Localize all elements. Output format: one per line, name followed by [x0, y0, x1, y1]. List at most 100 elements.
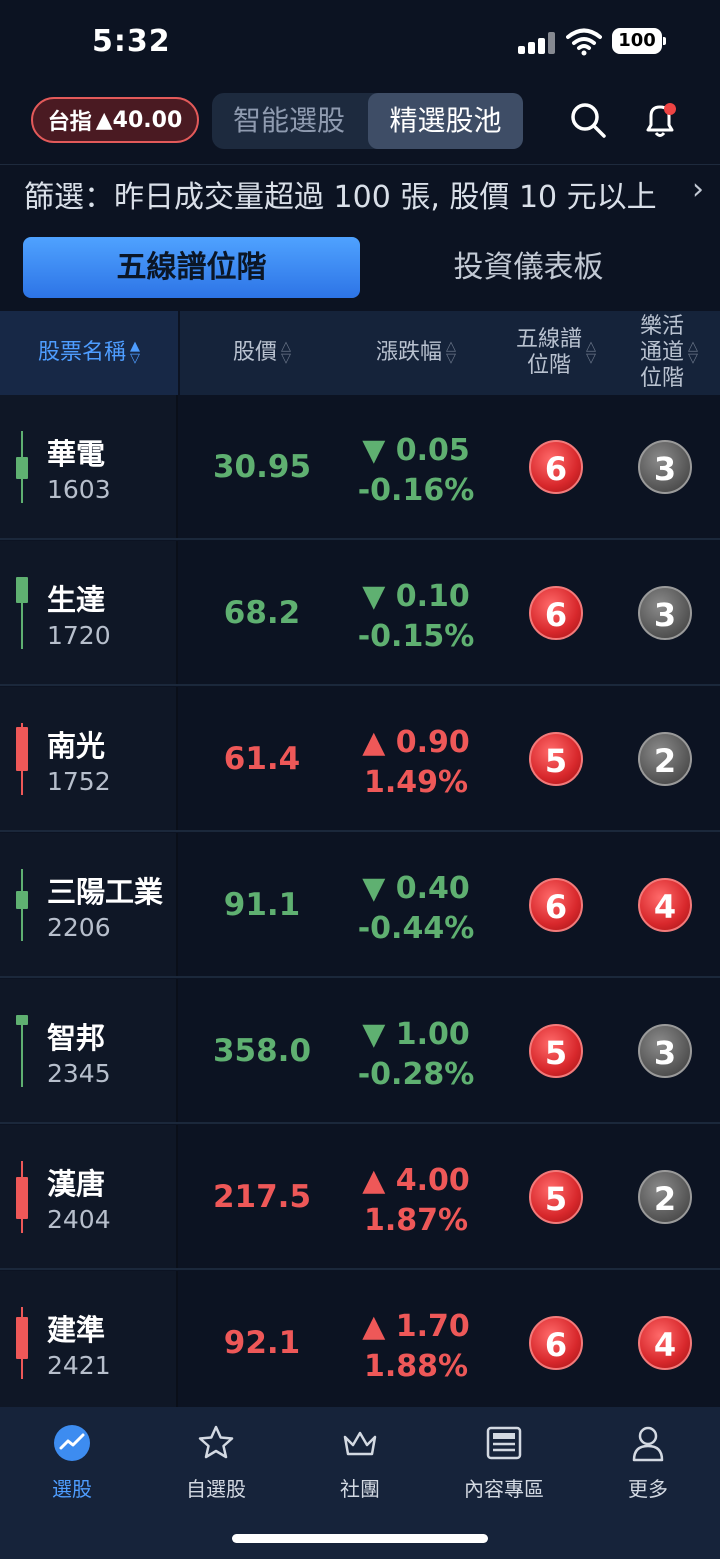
stock-name-cell: 建準 2421 [0, 1271, 178, 1407]
status-bar: 5:32 100 [0, 0, 720, 86]
five-line-level-badge: 6 [529, 586, 583, 640]
five-line-level-badge: 5 [529, 732, 583, 786]
star-icon [198, 1425, 234, 1459]
stock-name-cell: 南光 1752 [0, 687, 178, 830]
table-row[interactable]: 建準 2421 92.1 ▲ 1.70 1.88% 6 4 [0, 1271, 720, 1407]
stock-price: 68.2 [223, 594, 301, 631]
stock-change: ▲ 0.90 1.49% [346, 723, 486, 803]
tab-smart-picker[interactable]: 智能選股 [212, 93, 366, 149]
stock-name-cell: 華電 1603 [0, 395, 178, 538]
stock-name-cell: 三陽工業 2206 [0, 833, 178, 976]
bell-icon[interactable] [640, 100, 680, 140]
stock-code: 2345 [47, 1059, 111, 1088]
wifi-icon [566, 28, 602, 56]
change-value: ▼ 0.10 [362, 579, 470, 614]
col-header-price[interactable]: 股價 △ ▽ [178, 311, 346, 395]
stock-code: 1603 [47, 475, 111, 504]
stock-price: 358.0 [212, 1032, 312, 1069]
five-line-level-badge: 5 [529, 1170, 583, 1224]
change-value: ▲ 0.90 [362, 725, 470, 760]
lehuo-level-badge: 3 [638, 586, 692, 640]
change-value: ▼ 0.40 [362, 871, 470, 906]
filter-text: 篩選：昨日成交量超過 100 張, 股價 10 元以上 [24, 180, 657, 215]
search-icon[interactable] [568, 100, 608, 140]
stock-name: 華電 [47, 437, 106, 471]
user-icon [632, 1426, 664, 1462]
stock-code: 1752 [47, 767, 111, 796]
candlestick-icon [16, 1307, 28, 1379]
candlestick-icon [16, 1015, 28, 1087]
col-header-five-line[interactable]: 五線譜 位階 △ ▽ [500, 311, 612, 395]
stock-table: 華電 1603 30.95 ▼ 0.05 -0.16% 6 3 生達 1720 68.2 ▼ 0.1… [0, 395, 720, 1407]
five-line-level-badge: 6 [529, 878, 583, 932]
sort-icon: ▲ ▽ [130, 339, 140, 366]
stock-code: 1720 [47, 621, 111, 650]
nav-item-more[interactable]: 更多 [588, 1423, 708, 1502]
stock-code: 2404 [47, 1205, 111, 1234]
taiex-index-pill[interactable]: 台指 ▲40.00 [31, 97, 199, 143]
change-value: ▼ 0.05 [362, 433, 470, 468]
filter-summary[interactable]: 篩選：昨日成交量超過 100 張, 股價 10 元以上 › [24, 172, 704, 220]
table-header: 股票名稱 ▲ ▽ 股價 △ ▽ 漲跌幅 △ ▽ 五線譜 位階 △ ▽ 樂活 通道 位階 … [0, 311, 720, 395]
five-line-level-badge: 5 [529, 1024, 583, 1078]
nav-item-community[interactable]: 社團 [300, 1423, 420, 1502]
tab-dashboard[interactable]: 投資儀表板 [360, 237, 697, 298]
candlestick-icon [16, 1161, 28, 1233]
change-percent: 1.88% [363, 1349, 469, 1384]
candlestick-icon [16, 431, 28, 503]
stock-code: 2421 [47, 1351, 111, 1380]
stock-change: ▼ 1.00 -0.28% [346, 1015, 486, 1095]
newspaper-icon [486, 1426, 522, 1460]
index-label: 台指 [47, 110, 92, 135]
chart-icon [54, 1425, 90, 1461]
col-header-name[interactable]: 股票名稱 ▲ ▽ [0, 311, 180, 395]
candlestick-icon [16, 869, 28, 941]
stock-change: ▲ 1.70 1.88% [346, 1307, 486, 1387]
sort-icon: △ ▽ [688, 339, 698, 366]
stock-name: 生達 [47, 583, 106, 617]
table-row[interactable]: 漢唐 2404 217.5 ▲ 4.00 1.87% 5 2 [0, 1125, 720, 1270]
mode-segmented-control: 智能選股 精選股池 [212, 93, 523, 149]
lehuo-level-badge: 2 [638, 732, 692, 786]
status-time: 5:32 [92, 24, 171, 59]
five-line-level-badge: 6 [529, 1316, 583, 1370]
table-row[interactable]: 華電 1603 30.95 ▼ 0.05 -0.16% 6 3 [0, 395, 720, 540]
table-row[interactable]: 三陽工業 2206 91.1 ▼ 0.40 -0.44% 6 4 [0, 833, 720, 978]
col-header-change[interactable]: 漲跌幅 △ ▽ [346, 311, 486, 395]
change-percent: 1.87% [363, 1203, 469, 1238]
stock-change: ▼ 0.10 -0.15% [346, 577, 486, 657]
candlestick-icon [16, 723, 28, 795]
table-row[interactable]: 智邦 2345 358.0 ▼ 1.00 -0.28% 5 3 [0, 979, 720, 1124]
sort-icon: △ ▽ [281, 339, 291, 366]
change-percent: -0.15% [357, 619, 475, 654]
signal-icon [518, 32, 558, 54]
nav-item-watchlist[interactable]: 自選股 [156, 1423, 276, 1502]
stock-price: 61.4 [223, 740, 301, 777]
stock-name-cell: 漢唐 2404 [0, 1125, 178, 1268]
table-row[interactable]: 生達 1720 68.2 ▼ 0.10 -0.15% 6 3 [0, 541, 720, 686]
tab-five-line[interactable]: 五線譜位階 [23, 237, 360, 298]
lehuo-level-badge: 3 [638, 1024, 692, 1078]
nav-item-stock-picker[interactable]: 選股 [12, 1423, 132, 1502]
stock-name: 三陽工業 [47, 875, 164, 909]
change-value: ▲ 1.70 [362, 1309, 470, 1344]
index-change: ▲40.00 [95, 107, 183, 133]
crown-icon [343, 1431, 377, 1456]
stock-name-cell: 生達 1720 [0, 541, 178, 684]
stock-change: ▲ 4.00 1.87% [346, 1161, 486, 1241]
stock-price: 217.5 [212, 1178, 312, 1215]
five-line-level-badge: 6 [529, 440, 583, 494]
lehuo-level-badge: 4 [638, 878, 692, 932]
change-percent: 1.49% [363, 765, 469, 800]
battery-icon: 100 [612, 28, 666, 54]
stock-name-cell: 智邦 2345 [0, 979, 178, 1122]
stock-price: 30.95 [212, 448, 312, 485]
change-value: ▲ 4.00 [362, 1163, 470, 1198]
stock-change: ▼ 0.05 -0.16% [346, 431, 486, 511]
change-percent: -0.44% [357, 911, 475, 946]
nav-item-content[interactable]: 內容專區 [444, 1423, 564, 1502]
tab-featured-pool[interactable]: 精選股池 [368, 93, 523, 149]
table-row[interactable]: 南光 1752 61.4 ▲ 0.90 1.49% 5 2 [0, 687, 720, 832]
col-header-lehuo[interactable]: 樂活 通道 位階 △ ▽ [618, 311, 720, 395]
stock-name: 漢唐 [47, 1167, 106, 1201]
